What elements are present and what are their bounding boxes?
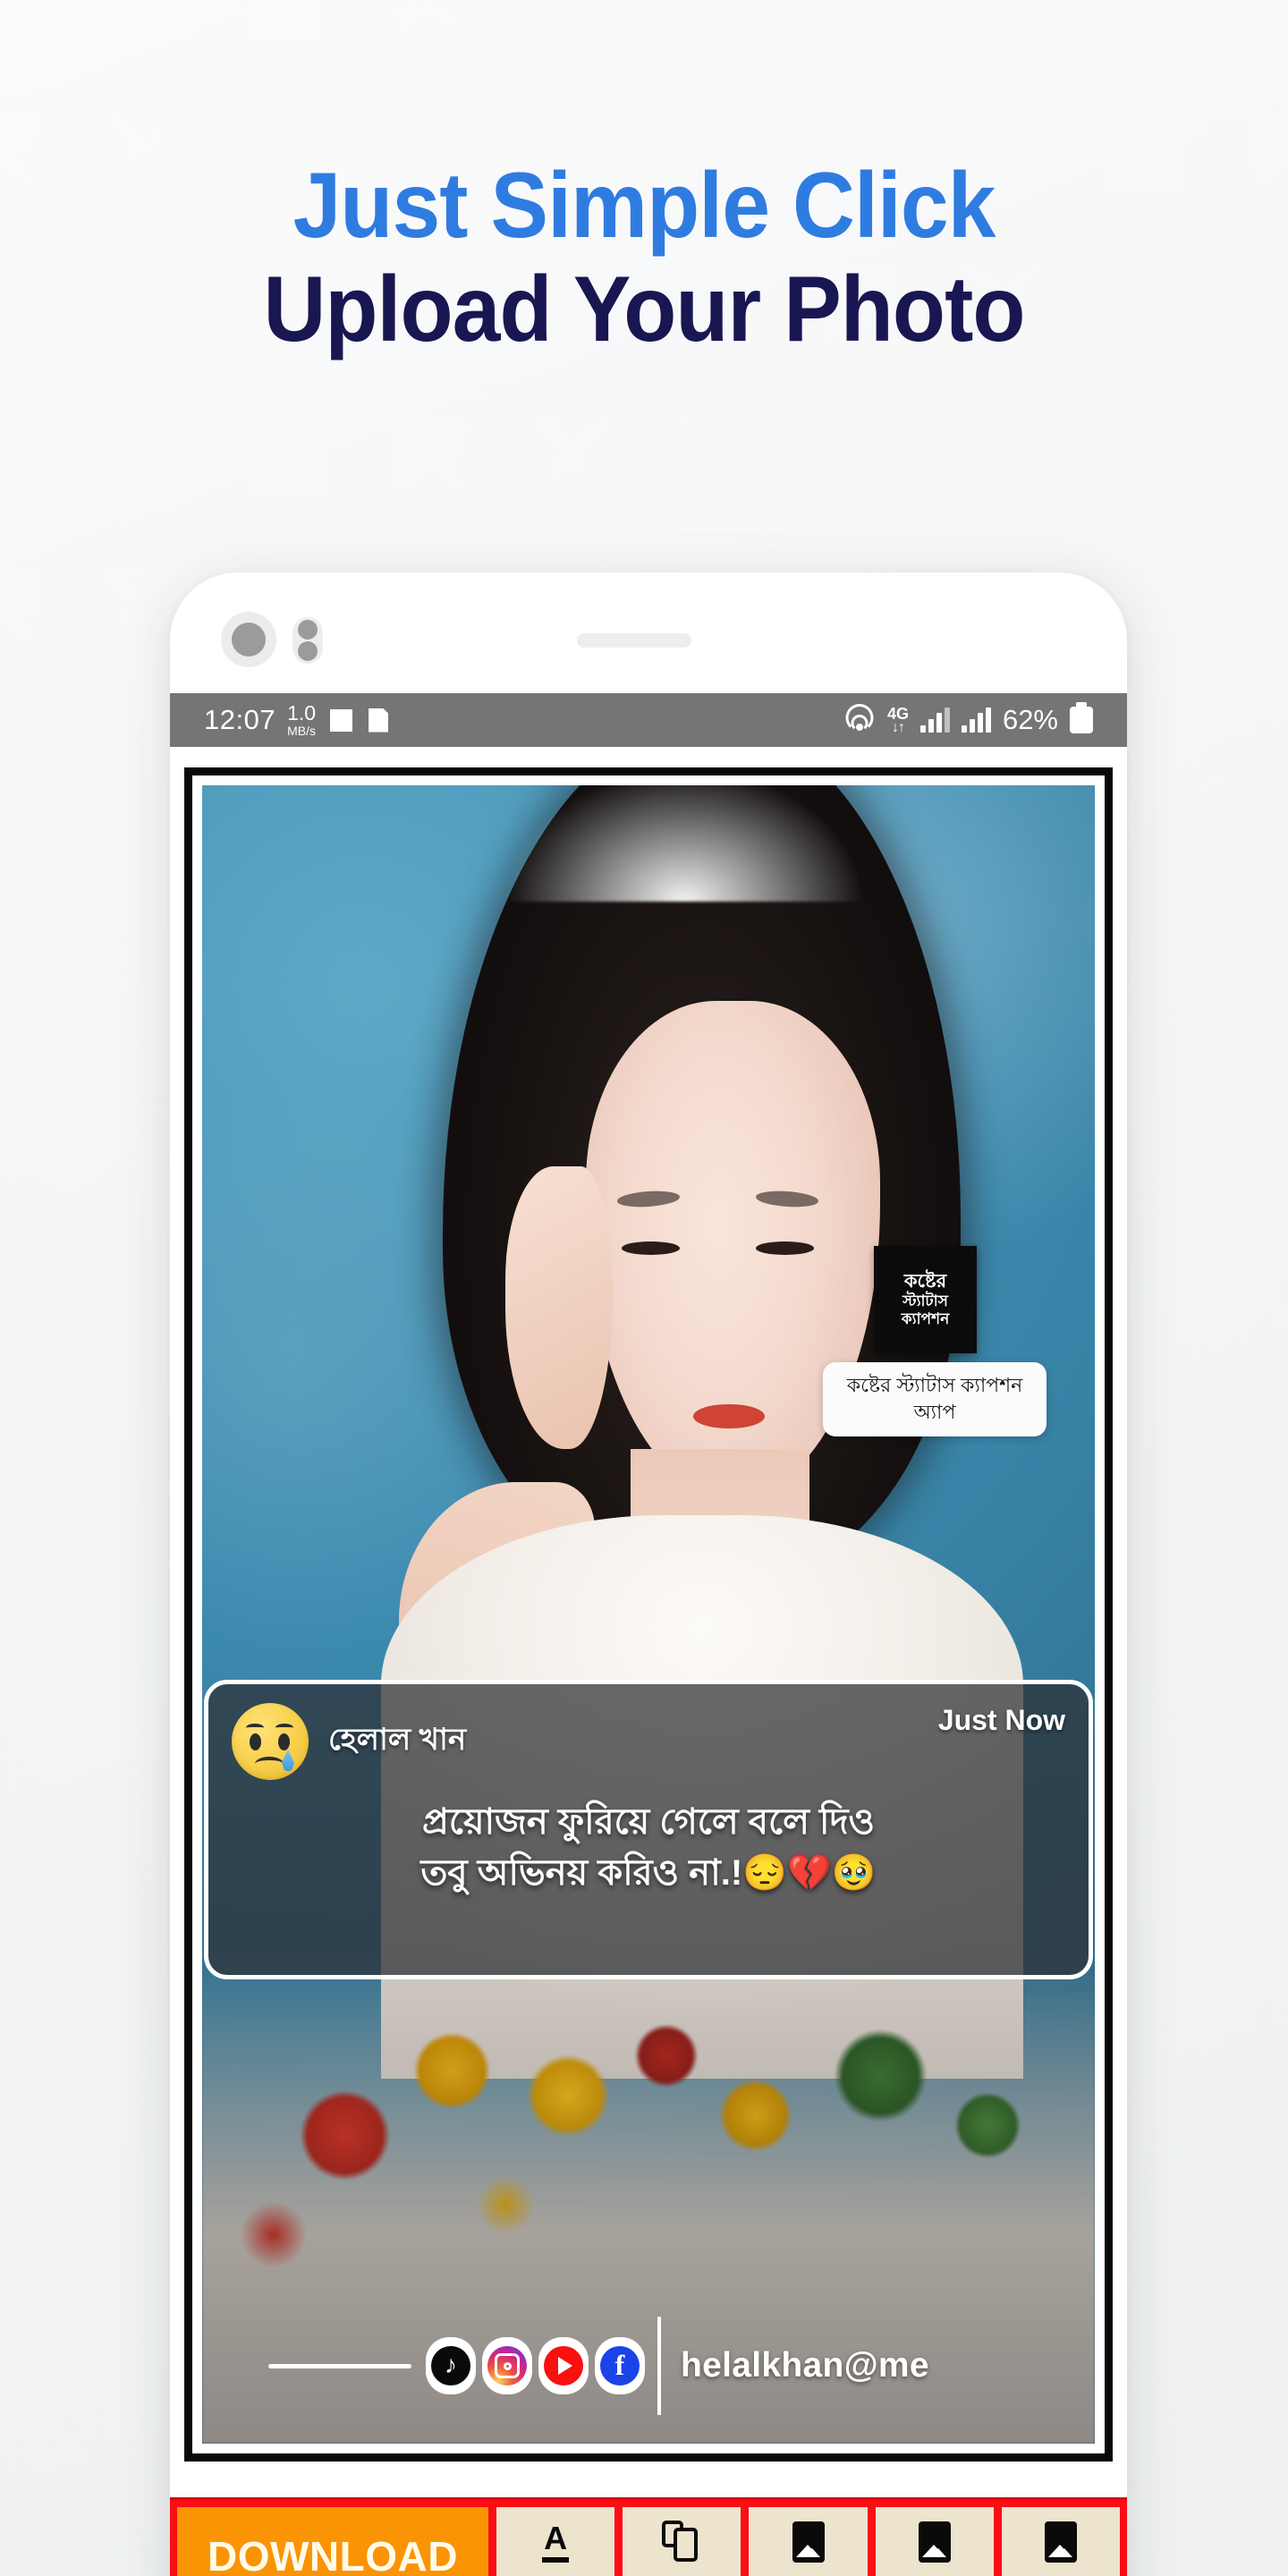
- image-icon: [918, 2521, 951, 2563]
- headline-line-2: Upload Your Photo: [263, 258, 1025, 362]
- tiktok-icon[interactable]: [426, 2337, 476, 2394]
- text-a-icon: A: [544, 2521, 567, 2563]
- social-icon-group: [426, 2337, 645, 2394]
- quote-text: প্রয়োজন ফুরিয়ে গেলে বলে দিও তবু অভিনয়…: [232, 1797, 1065, 1899]
- data-arrows-label: ↓↑: [891, 719, 905, 735]
- status-bar-left: 12:07 1.0 MB/s: [204, 701, 389, 738]
- status-bar-right: 4G ↓↑ 62%: [843, 704, 1093, 736]
- front-camera-icon: [221, 612, 276, 667]
- network-type-label: 4G: [886, 704, 909, 723]
- instagram-icon[interactable]: [482, 2337, 532, 2394]
- network-speed-unit: MB/s: [287, 724, 316, 738]
- quote-card-header: হেলাল খান Just Now: [232, 1700, 1065, 1783]
- photo-editor-canvas[interactable]: [170, 762, 1127, 2462]
- photo-image[interactable]: [202, 785, 1095, 2444]
- social-handle-label: helalkhan@me: [681, 2346, 929, 2385]
- battery-icon: [1070, 707, 1093, 733]
- download-button[interactable]: DOWNLOAD: [177, 2507, 488, 2576]
- paste-button[interactable]: A Paste: [496, 2507, 615, 2576]
- signal-bars-sim1-icon: [919, 708, 950, 733]
- network-speed-indicator: 1.0 MB/s: [287, 701, 317, 738]
- watermark-caption-pill[interactable]: কষ্টের স্ট্যাটাস ক্যাপশন অ্যাপ: [823, 1362, 1046, 1437]
- headline-line-1: Just Simple Click: [292, 154, 996, 258]
- copy-sheets-icon: [662, 2521, 701, 2563]
- battery-percent-label: 62%: [1002, 704, 1058, 735]
- notification-square-icon: [330, 708, 353, 732]
- quote-text-line-2: তবু অভিনয় করিও না.!😔💔🥹: [420, 1852, 877, 1893]
- signal-bars-sim2-icon: [961, 708, 991, 733]
- network-speed-value: 1.0: [287, 701, 317, 724]
- photos-button-label: Photos: [891, 2572, 979, 2576]
- status-time: 12:07: [204, 704, 276, 735]
- photo-black-border: [184, 767, 1113, 2462]
- quote-status-card[interactable]: হেলাল খান Just Now প্রয়োজন ফুরিয়ে গেলে…: [204, 1680, 1093, 1979]
- decorative-rule: [268, 2363, 411, 2368]
- photos-button[interactable]: Photos: [875, 2507, 994, 2576]
- social-divider: [657, 2317, 661, 2415]
- watermark-logo-line-3: ক্যাপশন: [901, 1310, 950, 1328]
- youtube-icon[interactable]: [538, 2337, 589, 2394]
- crying-face-icon: [232, 1703, 309, 1780]
- quote-timestamp: Just Now: [937, 1704, 1065, 1736]
- image-icon: [1044, 2521, 1077, 2563]
- watermark-logo-line-2: স্ট্যাটাস: [902, 1292, 948, 1310]
- size-button[interactable]: Size: [749, 2507, 868, 2576]
- copy-button-label: Copy: [649, 2572, 715, 2576]
- promo-headline: Just Simple Click Upload Your Photo: [0, 154, 1288, 362]
- facebook-icon[interactable]: [595, 2337, 645, 2394]
- sim-card-icon: [369, 708, 389, 733]
- watermark-logo-line-1: কষ্টের: [903, 1271, 947, 1292]
- photo-vignette-overlay: [202, 785, 1095, 2444]
- app-watermark-logo[interactable]: কষ্টের স্ট্যাটাস ক্যাপশন: [874, 1246, 977, 1353]
- social-handle-bar: helalkhan@me: [268, 2317, 948, 2415]
- size-button-label: Size: [782, 2572, 834, 2576]
- quote-author-name: হেলাল খান: [328, 1722, 467, 1757]
- copy-button[interactable]: Copy: [623, 2507, 741, 2576]
- watermark-caption-line-2: অ্যাপ: [913, 1400, 956, 1423]
- paste-button-label: Paste: [521, 2572, 589, 2576]
- earpiece-speaker: [577, 633, 691, 648]
- image-icon: [792, 2521, 825, 2563]
- sensor-dots-icon: [292, 617, 323, 664]
- editor-toolbar: DOWNLOAD A Paste Copy Size Photos Logo: [170, 2497, 1127, 2576]
- status-bar: 12:07 1.0 MB/s 4G ↓↑ 62%: [170, 693, 1127, 747]
- logo-button-label: Logo: [1029, 2572, 1092, 2576]
- quote-text-line-1: প্রয়োজন ফুরিয়ে গেলে বলে দিও: [422, 1802, 875, 1842]
- logo-button[interactable]: Logo: [1001, 2507, 1121, 2576]
- mobile-data-4g-icon: 4G ↓↑: [887, 706, 909, 735]
- hotspot-icon: [843, 704, 876, 733]
- watermark-caption-line-1: কষ্টের স্ট্যাটাস ক্যাপশন: [846, 1374, 1023, 1396]
